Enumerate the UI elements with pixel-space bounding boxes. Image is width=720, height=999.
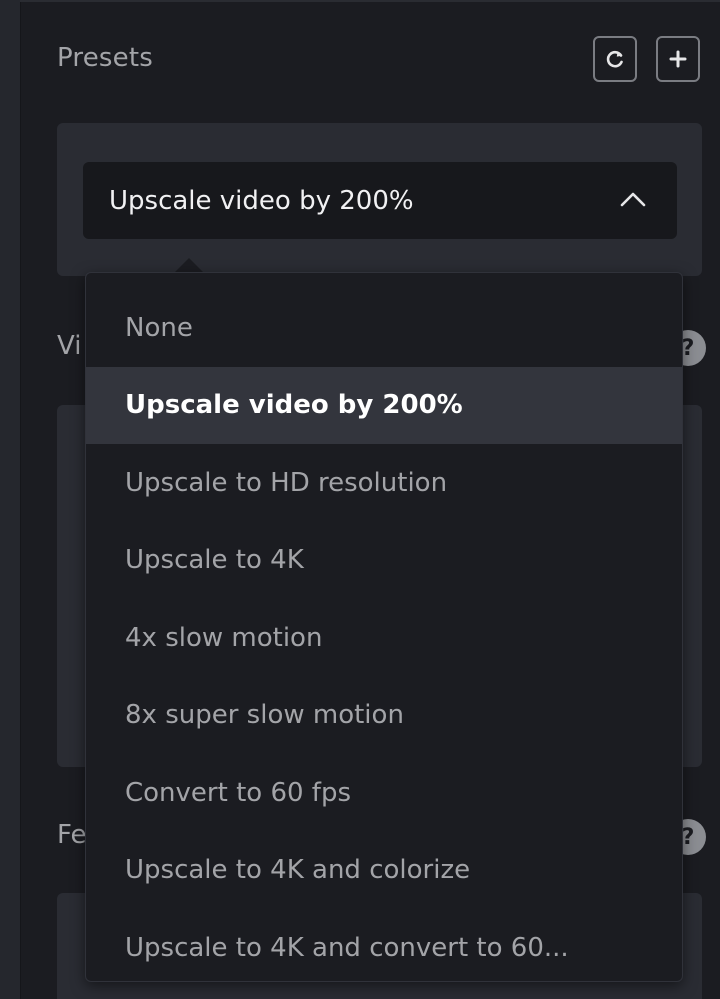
- top-divider: [20, 0, 720, 2]
- refresh-presets-button[interactable]: [593, 36, 637, 82]
- preset-options-list: None Upscale video by 200% Upscale to HD…: [86, 289, 682, 987]
- add-preset-button[interactable]: [656, 36, 700, 82]
- preset-option-8x-super-slow-motion[interactable]: 8x super slow motion: [86, 677, 682, 755]
- preset-option-4x-slow-motion[interactable]: 4x slow motion: [86, 599, 682, 677]
- features-section-label: Fe: [57, 820, 87, 850]
- refresh-icon: [606, 50, 623, 68]
- preset-option-upscale-200[interactable]: Upscale video by 200%: [86, 366, 682, 444]
- presets-panel: Presets Upscale video by 200% Vi ? Fe ? …: [0, 0, 720, 999]
- plus-icon: [669, 50, 687, 68]
- preset-select-value: Upscale video by 200%: [109, 185, 414, 216]
- dropdown-caret: [175, 258, 203, 272]
- preset-option-none[interactable]: None: [86, 289, 682, 367]
- preset-option-4k-60fps[interactable]: Upscale to 4K and convert to 60...: [86, 909, 682, 987]
- preset-option-4k-colorize[interactable]: Upscale to 4K and colorize: [86, 832, 682, 910]
- preset-option-upscale-4k[interactable]: Upscale to 4K: [86, 522, 682, 600]
- video-section-label: Vi: [57, 331, 82, 361]
- preset-option-upscale-hd[interactable]: Upscale to HD resolution: [86, 444, 682, 522]
- left-panel-edge: [0, 0, 21, 999]
- chevron-up-icon: [620, 192, 646, 207]
- preset-select[interactable]: Upscale video by 200%: [83, 162, 677, 239]
- preset-option-convert-60fps[interactable]: Convert to 60 fps: [86, 754, 682, 832]
- presets-title: Presets: [57, 43, 154, 73]
- preset-dropdown-menu: None Upscale video by 200% Upscale to HD…: [85, 272, 683, 982]
